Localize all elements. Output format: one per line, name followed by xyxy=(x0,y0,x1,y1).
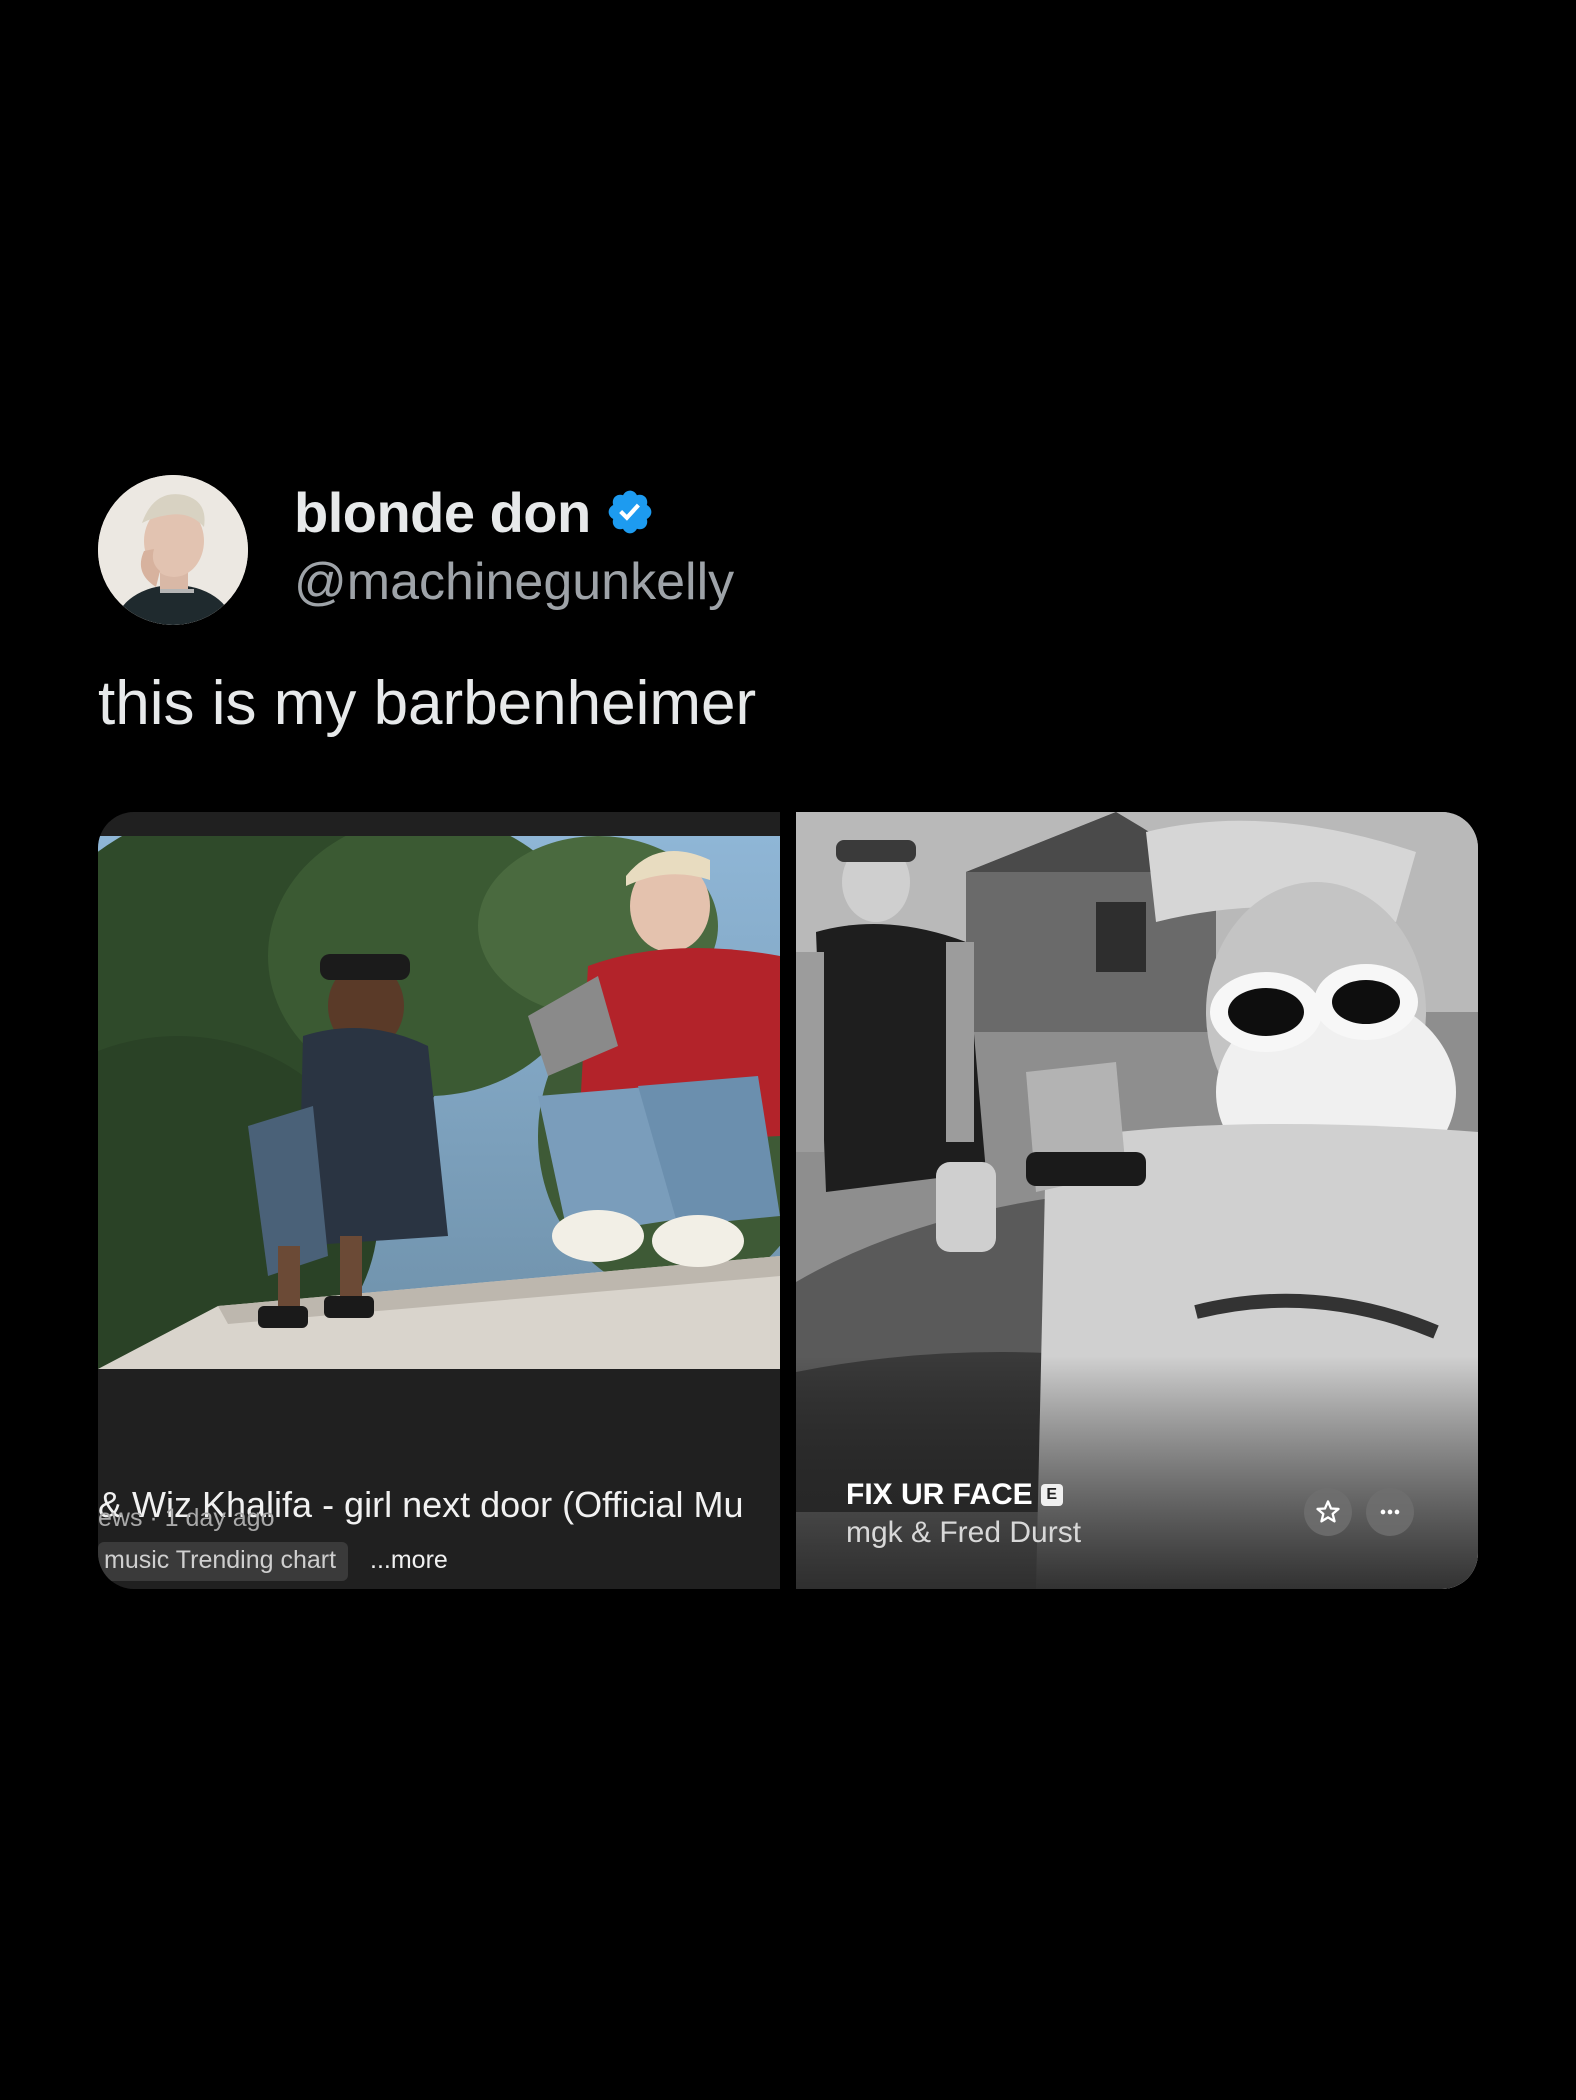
tweet-text: this is my barbenheimer xyxy=(98,669,757,738)
video-thumbnail[interactable] xyxy=(98,836,780,1369)
media-grid: & Wiz Khalifa - girl next door (Official… xyxy=(98,812,1478,1589)
song-title-text[interactable]: FIX UR FACE xyxy=(846,1478,1033,1512)
handle[interactable]: @machinegunkelly xyxy=(294,552,734,612)
trending-chart-badge[interactable]: music Trending chart xyxy=(98,1542,349,1581)
verified-badge-icon xyxy=(608,490,652,534)
display-name-text[interactable]: blonde don xyxy=(294,480,591,545)
tweet: blonde don @machinegunkelly this is my b… xyxy=(0,0,1576,2100)
song-title[interactable]: FIX UR FACE E xyxy=(846,1478,1063,1512)
more-link[interactable]: ...more xyxy=(370,1546,448,1575)
song-artist[interactable]: mgk & Fred Durst xyxy=(846,1516,1081,1550)
favorite-button[interactable] xyxy=(1304,1488,1352,1536)
media-left[interactable]: & Wiz Khalifa - girl next door (Official… xyxy=(98,812,780,1589)
video-thumbnail-image xyxy=(98,836,780,1369)
explicit-icon: E xyxy=(1040,1484,1063,1506)
display-name[interactable]: blonde don xyxy=(294,480,655,544)
more-options-button[interactable] xyxy=(1366,1488,1414,1536)
album-photo xyxy=(796,812,1478,1589)
more-options-icon xyxy=(1380,1509,1400,1515)
media-right[interactable]: FIX UR FACE E mgk & Fred Durst xyxy=(796,812,1478,1589)
avatar[interactable] xyxy=(98,475,248,625)
star-icon xyxy=(1316,1500,1340,1523)
video-meta: ews · 1 day ago xyxy=(98,1504,275,1532)
avatar-photo xyxy=(98,475,248,625)
